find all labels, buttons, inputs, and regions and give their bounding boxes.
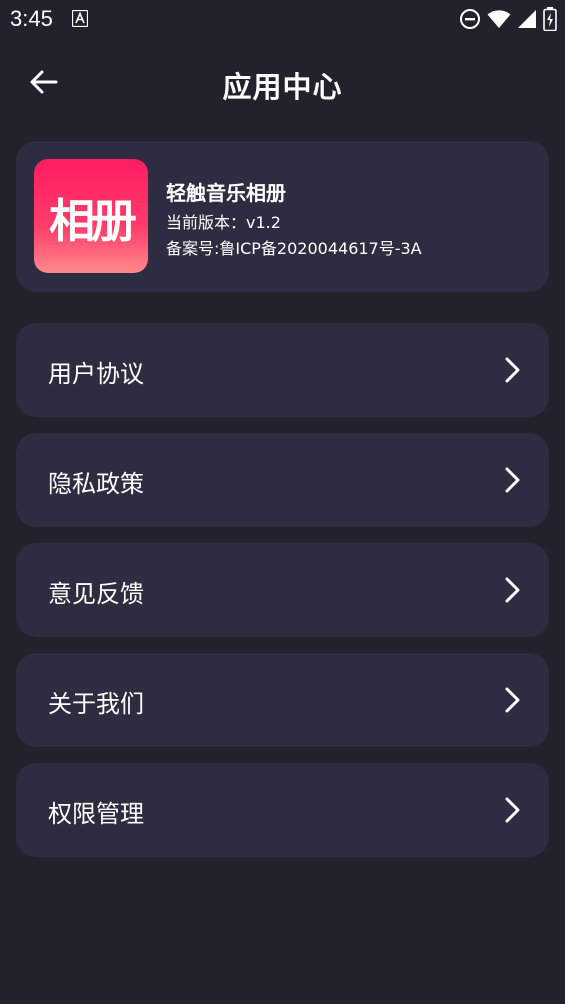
page-title: 应用中心 xyxy=(222,70,343,104)
menu-item-privacy-policy[interactable]: 隐私政策 xyxy=(16,433,549,527)
app-logo-text: 相册 xyxy=(49,194,137,248)
status-time: 3:45 xyxy=(10,6,53,31)
battery-icon xyxy=(543,7,557,31)
menu-item-about-us[interactable]: 关于我们 xyxy=(16,653,549,747)
chevron-right-icon xyxy=(505,467,520,493)
chevron-right-icon xyxy=(505,357,520,383)
menu-item-label: 权限管理 xyxy=(48,800,144,828)
status-icons xyxy=(459,7,557,31)
app-version: 当前版本：v1.2 xyxy=(166,213,281,232)
chevron-right-icon xyxy=(505,797,520,823)
menu-item-label: 关于我们 xyxy=(48,690,144,718)
chevron-right-icon xyxy=(505,687,520,713)
menu-item-permissions[interactable]: 权限管理 xyxy=(16,763,549,857)
signal-icon xyxy=(518,10,536,28)
menu-item-label: 隐私政策 xyxy=(48,470,144,498)
menu-item-user-agreement[interactable]: 用户协议 xyxy=(16,323,549,417)
menu-item-label: 用户协议 xyxy=(48,360,144,388)
app-info-card: 相册 轻触音乐相册 当前版本：v1.2 备案号:鲁ICP备2020044617号… xyxy=(16,141,549,292)
wifi-icon xyxy=(487,10,511,28)
chevron-right-icon xyxy=(505,577,520,603)
a-notification-icon xyxy=(72,10,88,27)
menu-item-label: 意见反馈 xyxy=(48,580,144,608)
app-record-number: 备案号:鲁ICP备2020044617号-3A xyxy=(166,239,422,258)
app-name: 轻触音乐相册 xyxy=(166,181,286,205)
status-bar: 3:45 xyxy=(0,0,565,38)
app-logo: 相册 xyxy=(34,159,148,273)
dnd-icon xyxy=(460,9,480,29)
top-app-bar: 应用中心 xyxy=(0,50,565,116)
menu-item-feedback[interactable]: 意见反馈 xyxy=(16,543,549,637)
